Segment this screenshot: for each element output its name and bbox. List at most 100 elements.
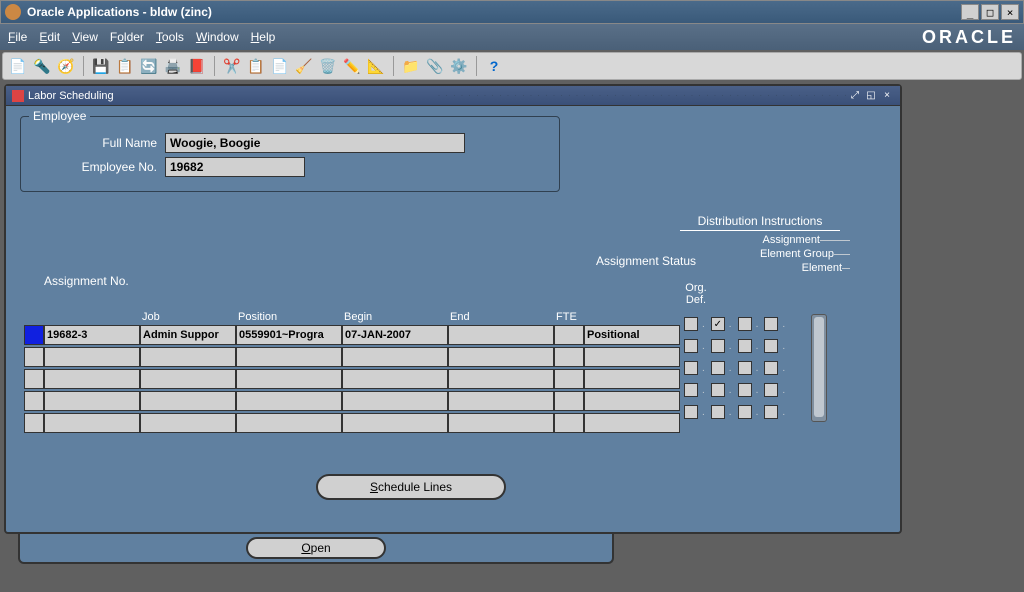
element-checkbox[interactable] <box>764 405 778 419</box>
cell-end[interactable] <box>448 347 554 367</box>
navigate-icon[interactable]: 🧭 <box>57 57 75 75</box>
cell-fte[interactable] <box>554 347 584 367</box>
help-icon[interactable]: ? <box>485 57 503 75</box>
element-checkbox[interactable] <box>764 317 778 331</box>
form-close-button[interactable]: × <box>880 89 894 103</box>
switch-icon[interactable]: 🔄 <box>140 57 158 75</box>
employee-no-field[interactable] <box>165 157 305 177</box>
cell-end[interactable] <box>448 391 554 411</box>
form-restore-button[interactable]: ◱ <box>864 89 878 103</box>
cell-position[interactable] <box>236 347 342 367</box>
open-button[interactable]: Open <box>246 537 386 559</box>
cell-status[interactable]: Positional <box>584 325 680 345</box>
tools-icon[interactable]: 📐 <box>367 57 385 75</box>
menu-folder[interactable]: Folder <box>110 30 144 44</box>
find-icon[interactable]: 🔦 <box>33 57 51 75</box>
cell-end[interactable] <box>448 413 554 433</box>
cell-begin[interactable] <box>342 413 448 433</box>
clear-icon[interactable]: 🧹 <box>295 57 313 75</box>
cell-begin[interactable] <box>342 369 448 389</box>
next-icon[interactable]: 📋 <box>116 57 134 75</box>
cell-fte[interactable] <box>554 413 584 433</box>
assignment-checkbox[interactable] <box>711 405 725 419</box>
cell-status[interactable] <box>584 369 680 389</box>
menu-view[interactable]: View <box>72 30 98 44</box>
cell-end[interactable] <box>448 369 554 389</box>
org-def-checkbox[interactable] <box>684 361 698 375</box>
org-def-checkbox[interactable] <box>684 405 698 419</box>
element-group-checkbox[interactable] <box>738 361 752 375</box>
close-form-icon[interactable]: 📕 <box>188 57 206 75</box>
cell-position[interactable]: 0559901~Progra <box>236 325 342 345</box>
full-name-field[interactable] <box>165 133 465 153</box>
element-group-checkbox[interactable] <box>738 383 752 397</box>
menu-window[interactable]: Window <box>196 30 239 44</box>
assignment-checkbox[interactable] <box>711 361 725 375</box>
cell-job[interactable] <box>140 413 236 433</box>
attach-icon[interactable]: 📎 <box>426 57 444 75</box>
row-selector[interactable] <box>24 325 44 345</box>
cell-begin[interactable] <box>342 347 448 367</box>
assignment-checkbox[interactable] <box>711 339 725 353</box>
cell-assignment-no[interactable] <box>44 391 140 411</box>
cell-position[interactable] <box>236 413 342 433</box>
element-checkbox[interactable] <box>764 361 778 375</box>
cell-fte[interactable] <box>554 391 584 411</box>
cell-fte[interactable] <box>554 325 584 345</box>
cell-position[interactable] <box>236 391 342 411</box>
cell-begin[interactable] <box>342 391 448 411</box>
close-button[interactable]: × <box>1001 4 1019 20</box>
scroll-thumb[interactable] <box>814 317 824 417</box>
cell-begin[interactable]: 07-JAN-2007 <box>342 325 448 345</box>
cell-assignment-no[interactable] <box>44 369 140 389</box>
table-row[interactable] <box>24 413 680 433</box>
element-checkbox[interactable] <box>764 339 778 353</box>
assignment-checkbox[interactable] <box>711 383 725 397</box>
maximize-button[interactable]: □ <box>981 4 999 20</box>
delete-icon[interactable]: 🗑️ <box>319 57 337 75</box>
table-row[interactable]: 19682-3 Admin Suppor 0559901~Progra 07-J… <box>24 325 680 345</box>
table-row[interactable] <box>24 391 680 411</box>
cell-fte[interactable] <box>554 369 584 389</box>
cell-assignment-no[interactable] <box>44 413 140 433</box>
row-selector[interactable] <box>24 413 44 433</box>
element-group-checkbox[interactable] <box>738 339 752 353</box>
export-icon[interactable]: ⚙️ <box>450 57 468 75</box>
table-row[interactable] <box>24 347 680 367</box>
menu-help[interactable]: Help <box>251 30 276 44</box>
org-def-checkbox[interactable] <box>684 339 698 353</box>
cell-job[interactable] <box>140 347 236 367</box>
row-selector[interactable] <box>24 347 44 367</box>
cell-job[interactable] <box>140 369 236 389</box>
new-icon[interactable]: 📄 <box>9 57 27 75</box>
assignment-checkbox[interactable]: ✓ <box>711 317 725 331</box>
cell-status[interactable] <box>584 391 680 411</box>
form-minimize-button[interactable]: ⤢ <box>848 89 862 103</box>
row-selector[interactable] <box>24 369 44 389</box>
cell-position[interactable] <box>236 369 342 389</box>
menu-file[interactable]: File <box>8 30 27 44</box>
cell-assignment-no[interactable]: 19682-3 <box>44 325 140 345</box>
cell-status[interactable] <box>584 413 680 433</box>
cell-end[interactable] <box>448 325 554 345</box>
org-def-checkbox[interactable] <box>684 383 698 397</box>
element-group-checkbox[interactable] <box>738 405 752 419</box>
paste-icon[interactable]: 📄 <box>271 57 289 75</box>
cell-job[interactable]: Admin Suppor <box>140 325 236 345</box>
table-row[interactable] <box>24 369 680 389</box>
element-checkbox[interactable] <box>764 383 778 397</box>
cell-status[interactable] <box>584 347 680 367</box>
schedule-lines-button[interactable]: Schedule Lines <box>316 474 506 500</box>
cut-icon[interactable]: ✂️ <box>223 57 241 75</box>
menu-edit[interactable]: Edit <box>39 30 60 44</box>
row-selector[interactable] <box>24 391 44 411</box>
copy-icon[interactable]: 📋 <box>247 57 265 75</box>
cell-job[interactable] <box>140 391 236 411</box>
org-def-checkbox[interactable] <box>684 317 698 331</box>
cell-assignment-no[interactable] <box>44 347 140 367</box>
edit-icon[interactable]: ✏️ <box>343 57 361 75</box>
element-group-checkbox[interactable] <box>738 317 752 331</box>
print-icon[interactable]: 🖨️ <box>164 57 182 75</box>
menu-tools[interactable]: Tools <box>156 30 184 44</box>
save-icon[interactable]: 💾 <box>92 57 110 75</box>
